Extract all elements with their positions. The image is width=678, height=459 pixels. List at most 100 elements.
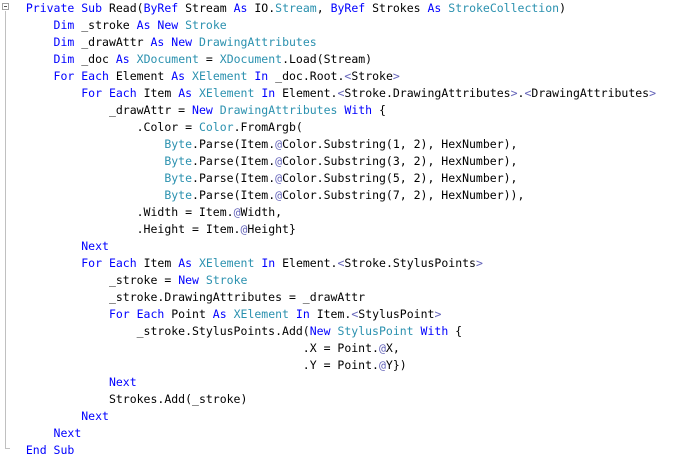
- code-token: _stroke =: [108, 273, 179, 287]
- code-token: .Parse(Item.: [192, 171, 276, 185]
- code-token: For Each: [53, 69, 109, 83]
- code-line: For Each Item As XElement In Element.<St…: [12, 85, 656, 102]
- code-token: Element: [108, 69, 172, 83]
- code-line: _drawAttr = New DrawingAttributes With {: [12, 102, 656, 119]
- code-token: _doc.Root.: [268, 69, 345, 83]
- code-token: .Color =: [136, 120, 199, 134]
- code-token: New: [192, 103, 213, 117]
- outlining-gutter: [0, 0, 12, 456]
- code-token: DrawingAttributes: [198, 35, 317, 49]
- code-token: New: [309, 324, 331, 338]
- code-token: Point: [164, 307, 213, 321]
- code-token: @: [378, 358, 386, 372]
- code-token: Stream: [275, 1, 317, 15]
- code-token: _stroke: [74, 18, 137, 32]
- code-token: Color.Substring(7, 2), HexNumber)),: [282, 188, 525, 202]
- outline-guide-end: [5, 448, 10, 449]
- code-token: _stroke.StylusPoints.Add(: [136, 324, 310, 338]
- code-token: New: [178, 273, 199, 287]
- code-token: .Parse(Item.: [192, 154, 276, 168]
- code-token: >: [392, 69, 400, 83]
- code-token: Element.: [275, 256, 338, 270]
- code-token: As: [233, 1, 248, 15]
- code-token: StrokeCollection: [448, 1, 560, 15]
- code-line: .Color = Color.FromArgb(: [12, 119, 656, 136]
- code-token: Stroke: [185, 18, 227, 32]
- code-token: Item: [136, 86, 179, 100]
- code-line: End Sub: [12, 442, 656, 459]
- code-token: >: [434, 307, 442, 321]
- code-line: .Height = Item.@Height}: [12, 221, 656, 238]
- code-token: ): [559, 1, 567, 15]
- code-token: Stroke: [351, 69, 393, 83]
- code-line: _stroke.DrawingAttributes = _drawAttr: [12, 289, 656, 306]
- code-token: =: [198, 52, 220, 66]
- code-editor-text[interactable]: Private Sub Read(ByRef Stream As IO.Stre…: [12, 0, 656, 459]
- code-token: With: [420, 324, 449, 338]
- code-line: Next: [12, 408, 656, 425]
- code-token: XElement: [198, 256, 255, 270]
- code-line: Byte.Parse(Item.@Color.Substring(3, 2), …: [12, 153, 656, 170]
- code-token: Byte: [164, 171, 193, 185]
- code-line: For Each Item As XElement In Element.<St…: [12, 255, 656, 272]
- code-token: >: [649, 86, 657, 100]
- code-token: As New: [136, 18, 179, 32]
- code-token: {: [448, 324, 463, 338]
- code-token: As: [178, 256, 193, 270]
- code-line: For Each Point As XElement In Item.<Styl…: [12, 306, 656, 323]
- code-token: With: [344, 103, 373, 117]
- code-token: In: [295, 307, 310, 321]
- code-token: XDocument: [219, 52, 283, 66]
- code-token: Strokes.Add(_stroke): [108, 392, 248, 406]
- code-token: Color.Substring(1, 2), HexNumber),: [282, 137, 518, 151]
- code-line: Dim _doc As XDocument = XDocument.Load(S…: [12, 51, 656, 68]
- collapse-region-toggle[interactable]: [2, 3, 9, 10]
- code-line: _stroke = New Stroke: [12, 272, 656, 289]
- code-token: Dim: [53, 18, 75, 32]
- code-token: As: [115, 52, 130, 66]
- code-line: .Y = Point.@Y}): [12, 357, 656, 374]
- code-token: XElement: [192, 69, 248, 83]
- code-token: Byte: [164, 137, 193, 151]
- code-token: .X = Point.: [302, 341, 379, 355]
- code-token: Stroke: [205, 273, 248, 287]
- code-token: End Sub: [25, 443, 75, 457]
- code-token: >: [510, 86, 518, 100]
- code-line: .Width = Item.@Width,: [12, 204, 656, 221]
- code-token: X,: [385, 341, 400, 355]
- code-token: Element.: [275, 86, 338, 100]
- code-token: XElement: [233, 307, 289, 321]
- code-line: Byte.Parse(Item.@Color.Substring(7, 2), …: [12, 187, 656, 204]
- code-line: For Each Element As XElement In _doc.Roo…: [12, 68, 656, 85]
- code-token: Color.Substring(3, 2), HexNumber),: [282, 154, 518, 168]
- code-line: Strokes.Add(_stroke): [12, 391, 656, 408]
- code-line: Next: [12, 374, 656, 391]
- code-token: .Height = Item.: [136, 222, 241, 236]
- code-token: _drawAttr: [74, 35, 151, 49]
- code-line: Byte.Parse(Item.@Color.Substring(1, 2), …: [12, 136, 656, 153]
- code-token: ByRef: [330, 1, 366, 15]
- code-token: For Each: [108, 307, 165, 321]
- code-token: StylusPoint: [358, 307, 435, 321]
- code-line: _stroke.StylusPoints.Add(New StylusPoint…: [12, 323, 656, 340]
- code-token: ,: [316, 1, 331, 15]
- code-line: .X = Point.@X,: [12, 340, 656, 357]
- code-token: .Parse(Item.: [192, 188, 276, 202]
- code-token: For Each: [81, 86, 137, 100]
